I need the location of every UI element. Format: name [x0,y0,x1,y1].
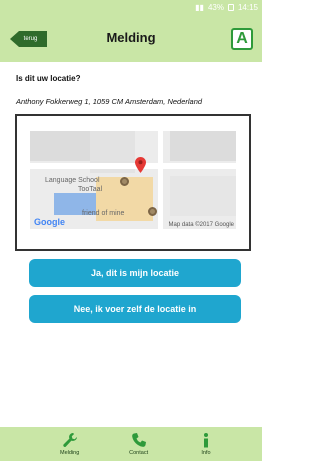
enter-location-manually-button[interactable]: Nee, ik voer zelf de locatie in [29,295,241,323]
location-address: Anthony Fokkerweg 1, 1059 CM Amsterdam, … [16,97,203,106]
clock: 14:15 [237,2,258,12]
battery-icon [227,3,234,11]
app-logo-icon: A [231,28,253,50]
confirm-location-button[interactable]: Ja, dit is mijn locatie [29,259,241,287]
page-title: Melding [106,30,156,45]
map-poi-icon[interactable] [148,207,157,216]
google-logo: Google [34,217,65,227]
map-block [170,176,236,216]
location-question: Is dit uw locatie? [16,74,81,83]
tab-melding[interactable]: Melding [60,427,79,461]
map-road [30,163,236,169]
phone-icon [131,433,146,447]
location-pin-icon [135,157,146,173]
map-poi-icon[interactable] [120,177,129,186]
signal-icon: ▮▮ [195,2,204,12]
status-bar: ▮▮ 43% 14:15 [0,0,262,14]
tab-info[interactable]: Info [198,427,214,461]
info-icon [203,433,208,448]
map-view[interactable]: Language School TooTaal friend of mine G… [30,131,236,229]
map-place-label: TooTaal [78,186,103,193]
map-attribution: Map data ©2017 Google [168,222,234,228]
app-header: terug Melding A [0,14,262,62]
tab-contact[interactable]: Contact [129,427,148,461]
tab-label: Info [201,450,211,456]
tab-label: Contact [129,450,149,456]
map-block [30,131,90,161]
tab-label: Melding [60,450,80,456]
map-poi-label: friend of mine [82,210,125,217]
map-block [170,131,236,161]
map-place-label: Language School [45,177,100,184]
bottom-tab-bar: Melding Contact Info [0,427,262,461]
wrench-icon [62,433,77,447]
map-road [158,131,163,229]
battery-percentage: 43% [207,2,224,12]
map-frame: Language School TooTaal friend of mine G… [15,114,251,251]
